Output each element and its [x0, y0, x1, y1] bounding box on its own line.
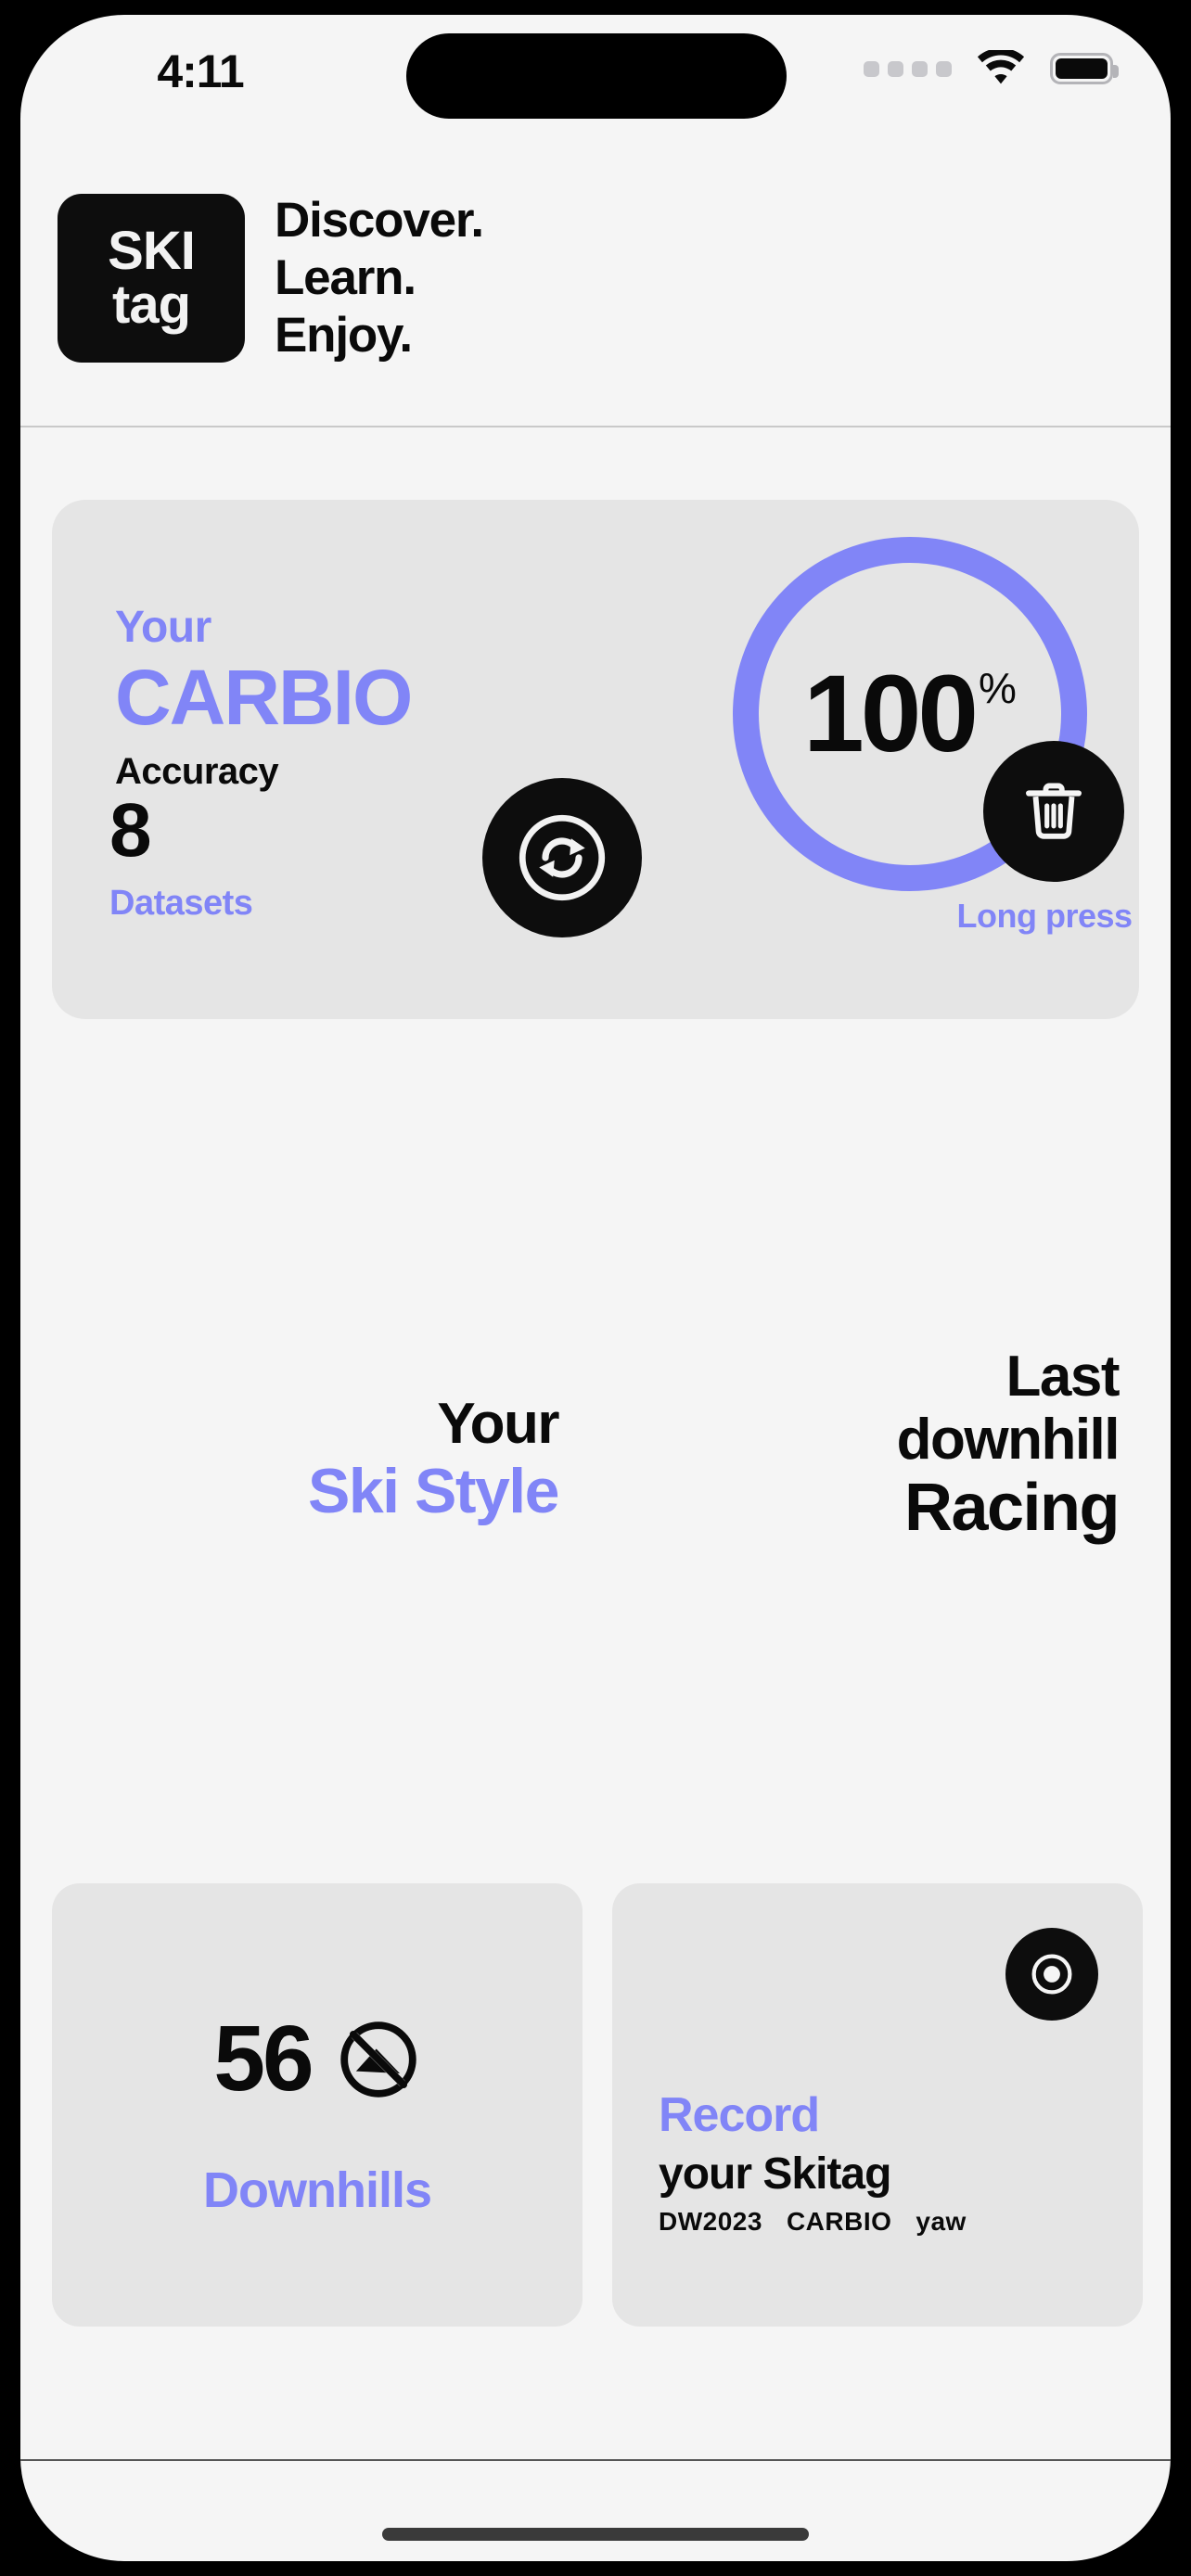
record-title: Record [659, 2088, 820, 2142]
phone-frame: 4:11 SKI tag Discover. Learn. Enjoy. You… [0, 0, 1191, 2576]
app-header: SKI tag Discover. Learn. Enjoy. [20, 145, 1171, 412]
record-card-text: Record your Skitag DW2023 CARBIO yaw [659, 2087, 967, 2237]
app-logo: SKI tag [58, 194, 245, 363]
downhills-label: Downhills [203, 2162, 432, 2218]
cellular-dots-icon [864, 60, 952, 77]
downhills-card[interactable]: 56 Downhills [52, 1883, 583, 2327]
tagline-line-3: Enjoy. [275, 308, 413, 363]
status-clock: 4:11 [157, 45, 244, 97]
last-downhill-heading: Last downhill Racing [655, 1345, 1121, 1546]
battery-full-icon [1050, 53, 1119, 84]
last-downhill-line-2: downhill [896, 1408, 1121, 1473]
carbio-eyebrow: Your [115, 603, 211, 652]
section-headings: Your Ski Style Last downhill Racing [20, 1345, 1171, 1651]
ski-style-line-2: Ski Style [308, 1456, 560, 1527]
dynamic-island [406, 33, 787, 119]
datasets-stat: 8 Datasets [109, 788, 253, 924]
downhills-count-row: 56 [52, 2006, 583, 2112]
record-target-icon [1031, 1954, 1072, 1995]
logo-line-1: SKI [108, 221, 196, 281]
record-meta-3: yaw [916, 2207, 967, 2236]
phone-screen: 4:11 SKI tag Discover. Learn. Enjoy. You… [20, 15, 1171, 2561]
accuracy-unit: % [978, 664, 1017, 712]
carbio-card-labels: Your CARBIO Accuracy [115, 602, 413, 793]
record-card[interactable]: Record your Skitag DW2023 CARBIO yaw [612, 1883, 1143, 2327]
record-meta-1: DW2023 [659, 2207, 762, 2236]
sync-refresh-icon [519, 814, 606, 901]
status-indicators [864, 50, 1119, 87]
status-bar: 4:11 [20, 15, 1171, 145]
datasets-count: 8 [109, 788, 152, 873]
wifi-icon [977, 50, 1025, 84]
sync-button[interactable] [482, 778, 642, 937]
record-button[interactable] [1005, 1928, 1098, 2021]
delete-button[interactable] [983, 741, 1124, 882]
carbio-accuracy-card[interactable]: Your CARBIO Accuracy 100 % 8 Datasets Lo… [52, 500, 1139, 1019]
delete-hint: Long press [956, 897, 1133, 935]
tagline-line-1: Discover. [275, 193, 484, 248]
tagline-line-2: Learn. [275, 250, 416, 305]
downhills-count: 56 [213, 2007, 314, 2111]
record-subtitle: your Skitag [659, 2149, 891, 2199]
record-meta: DW2023 CARBIO yaw [659, 2207, 967, 2237]
carbio-title: CARBIO [115, 654, 413, 741]
trash-icon [1026, 783, 1082, 839]
home-indicator[interactable] [382, 2528, 809, 2541]
no-entry-slope-icon [339, 2021, 416, 2098]
app-tagline: Discover. Learn. Enjoy. [275, 192, 484, 364]
accuracy-value: 100 [803, 653, 979, 775]
bottom-divider [20, 2459, 1171, 2461]
carbio-card-actions: 8 Datasets Long press [52, 741, 1139, 999]
last-downhill-line-3: Racing [903, 1471, 1121, 1546]
main-content: Your CARBIO Accuracy 100 % 8 Datasets Lo… [20, 427, 1171, 2459]
stats-cards-row: 56 Downhills Record your Skitag DW2023 C… [20, 1883, 1171, 2347]
datasets-label: Datasets [109, 884, 253, 923]
logo-line-2: tag [112, 274, 191, 335]
ski-style-heading: Your Ski Style [58, 1392, 560, 1527]
last-downhill-line-1: Last [1005, 1345, 1121, 1409]
ski-style-line-1: Your [437, 1392, 559, 1456]
record-meta-2: CARBIO [786, 2207, 892, 2236]
